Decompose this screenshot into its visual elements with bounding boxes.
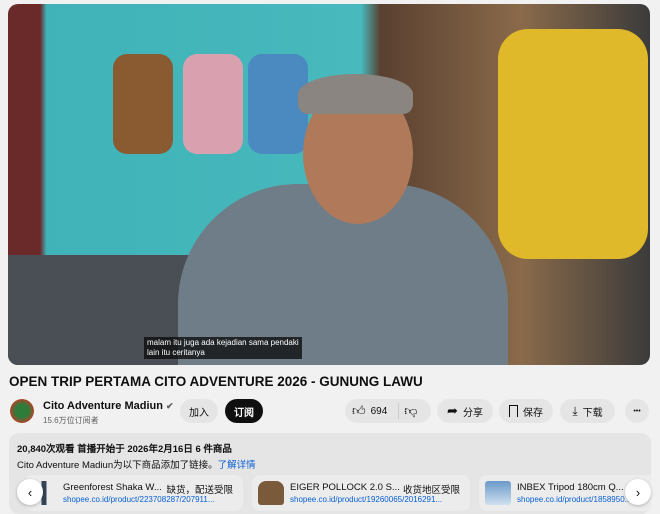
video-player[interactable]: malam itu juga ada kejadian sama pendaki… <box>8 4 650 365</box>
channel-name[interactable]: Cito Adventure Madiun ✔ <box>43 400 174 412</box>
share-label: 分享 <box>462 407 483 419</box>
product-thumbnail <box>485 481 511 505</box>
download-button[interactable]: ⤓ 下载 <box>560 399 615 423</box>
product-card[interactable]: Greenforest Shaka W... 缺货，配送受限 shopee.co… <box>25 475 243 511</box>
video-person-hat <box>298 74 413 114</box>
channel-avatar[interactable] <box>10 399 34 423</box>
join-button[interactable]: 加入 <box>180 399 218 423</box>
video-backpack <box>113 54 173 154</box>
more-button[interactable]: ••• <box>625 399 649 423</box>
save-label: 保存 <box>523 407 543 419</box>
product-name: Greenforest Shaka W... <box>63 482 162 493</box>
caption-line: malam itu juga ada kejadian sama pendaki <box>147 338 299 347</box>
video-backpack <box>183 54 243 154</box>
divider <box>398 403 400 419</box>
products-next-button[interactable]: › <box>625 479 651 505</box>
thumb-down-icon: 👎︎ <box>404 403 418 418</box>
product-url[interactable]: shopee.co.id/product/1858950... <box>517 495 631 504</box>
download-icon: ⤓ <box>572 403 578 418</box>
view-meta: 20,840次观看 首播开始于 2026年2月16日 6 件商品 <box>17 444 232 455</box>
products-prev-button[interactable]: ‹ <box>17 479 43 505</box>
products-note: Cito Adventure Madiun为以下商品添加了链接。了解详情 <box>17 457 256 471</box>
product-name: INBEX Tripod 180cm Q... <box>517 482 624 493</box>
share-button[interactable]: ➦ 分享 <box>437 399 493 423</box>
channel-name-text[interactable]: Cito Adventure Madiun <box>43 400 163 412</box>
chevron-left-icon: ‹ <box>27 484 33 500</box>
like-button[interactable]: 👍︎ 694 <box>352 403 387 419</box>
verified-icon: ✔ <box>166 401 174 411</box>
share-icon: ➦ <box>447 403 458 418</box>
product-status: 收货地区受限 <box>402 485 460 496</box>
dislike-button[interactable]: 👎︎ <box>404 403 417 419</box>
learn-more-link[interactable]: 了解详情 <box>218 460 256 471</box>
video-title: OPEN TRIP PERTAMA CITO ADVENTURE 2026 - … <box>9 374 423 389</box>
bookmark-icon <box>509 405 518 417</box>
chevron-right-icon: › <box>635 484 641 500</box>
thumb-up-icon: 👍︎ <box>352 403 366 418</box>
save-button[interactable]: 保存 <box>499 399 553 423</box>
like-count: 694 <box>370 405 388 417</box>
like-dislike-group: 👍︎ 694 👎︎ <box>345 399 431 423</box>
product-thumbnail <box>258 481 284 505</box>
video-yellow-backpack <box>498 29 648 259</box>
download-label: 下载 <box>582 407 603 419</box>
subscribe-button[interactable]: 订阅 <box>225 399 263 423</box>
product-url[interactable]: shopee.co.id/product/223708287/207911... <box>63 495 215 504</box>
caption-line: lain itu ceritanya <box>147 348 205 357</box>
product-name: EIGER POLLOCK 2.0 S... <box>290 482 400 493</box>
product-url[interactable]: shopee.co.id/product/19260065/2016291... <box>290 495 442 504</box>
product-card[interactable]: EIGER POLLOCK 2.0 S... 收货地区受限 shopee.co.… <box>252 475 470 511</box>
video-caption: malam itu juga ada kejadian sama pendaki… <box>144 337 302 359</box>
product-status: 缺货，配送受限 <box>166 485 233 496</box>
subscriber-count: 15.6万位订阅者 <box>43 416 99 425</box>
description-box[interactable]: 20,840次观看 首播开始于 2026年2月16日 6 件商品 Cito Ad… <box>9 433 651 514</box>
note-text: Cito Adventure Madiun为以下商品添加了链接。 <box>17 460 218 471</box>
